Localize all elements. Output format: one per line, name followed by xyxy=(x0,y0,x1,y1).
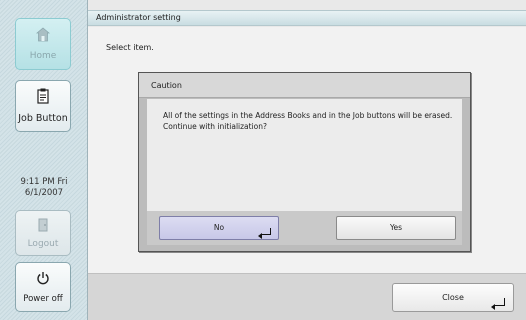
power-off-button[interactable]: Power off xyxy=(15,262,71,312)
logout-door-icon xyxy=(37,218,49,235)
dialog-body: All of the settings in the Address Books… xyxy=(147,99,462,211)
page-title: Administrator setting xyxy=(88,10,526,26)
dialog-message: All of the settings in the Address Books… xyxy=(163,111,453,131)
enter-icon xyxy=(258,228,271,239)
power-off-label: Power off xyxy=(23,293,63,304)
job-label: Job Button xyxy=(18,113,68,124)
clock-date: 6/1/2007 xyxy=(24,188,64,198)
home-label: Home xyxy=(29,51,57,61)
no-button[interactable]: No xyxy=(159,216,279,240)
home-button[interactable]: Home xyxy=(15,18,71,70)
enter-icon xyxy=(491,298,505,310)
caution-dialog: Caution All of the settings in the Addre… xyxy=(138,72,471,252)
home-icon xyxy=(35,27,51,45)
logout-button[interactable]: Logout xyxy=(15,210,71,256)
close-label: Close xyxy=(442,293,464,302)
power-icon xyxy=(36,271,50,288)
close-button[interactable]: Close xyxy=(392,283,514,312)
job-clipboard-icon xyxy=(36,88,50,107)
clock-time: 9:11 PM Fri xyxy=(20,177,68,187)
clock: 9:11 PM Fri 6/1/2007 xyxy=(0,177,88,199)
yes-button[interactable]: Yes xyxy=(336,216,456,240)
no-label: No xyxy=(213,223,225,232)
sidebar: Home Job Button 9:11 PM Fri 6/1/2007 Log… xyxy=(0,0,88,320)
dialog-button-bar: No Yes xyxy=(147,211,462,245)
job-button[interactable]: Job Button xyxy=(15,80,71,132)
yes-label: Yes xyxy=(389,223,403,232)
instruction-text: Select item. xyxy=(106,43,154,52)
dialog-title: Caution xyxy=(139,73,470,98)
logout-label: Logout xyxy=(27,238,59,249)
